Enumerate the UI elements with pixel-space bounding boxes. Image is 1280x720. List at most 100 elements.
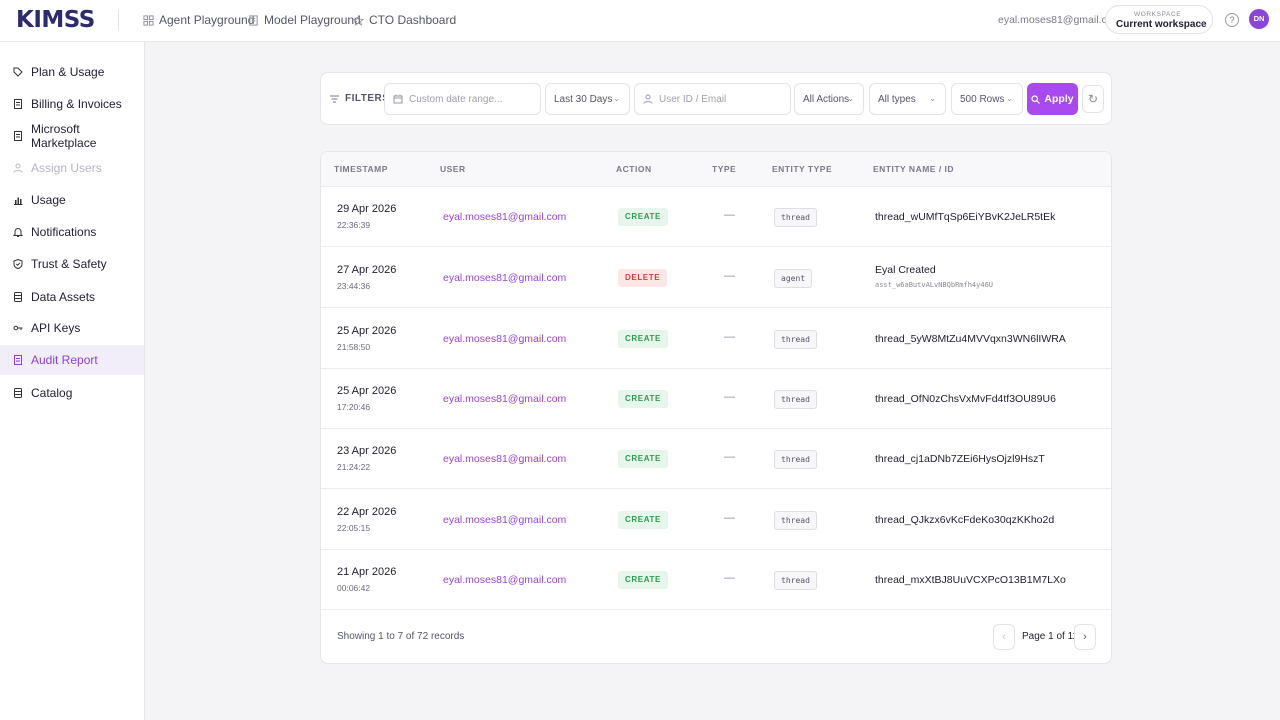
topnav-agent-playground[interactable]: Agent Playground [143, 0, 254, 40]
sidebar-item-notifications[interactable]: Notifications [0, 217, 144, 247]
topnav-label: Model Playground [264, 13, 361, 27]
column-header-timestamp[interactable]: TIMESTAMP [334, 164, 388, 174]
row-type: — [724, 270, 735, 282]
refresh-button[interactable]: ↻ [1082, 85, 1104, 113]
period-select[interactable]: Last 30 Days ⌄ [545, 83, 630, 115]
sidebar-item-label: Notifications [31, 225, 97, 239]
row-user-link[interactable]: eyal.moses81@gmail.com [443, 453, 566, 465]
database-icon [14, 388, 22, 398]
workspace-label: WORKSPACE [1134, 11, 1182, 18]
audit-table: TIMESTAMP USER ACTION TYPE ENTITY TYPE E… [320, 151, 1112, 664]
date-range-input[interactable]: Custom date range... [384, 83, 541, 115]
table-row[interactable]: 23 Apr 2026 21:24:22 eyal.moses81@gmail.… [321, 429, 1111, 489]
filter-icon [330, 95, 339, 102]
column-header-action[interactable]: ACTION [616, 164, 652, 174]
row-user-link[interactable]: eyal.moses81@gmail.com [443, 333, 566, 345]
shield-icon [13, 259, 23, 269]
sidebar-item-microsoft-marketplace[interactable]: Microsoft Marketplace [0, 121, 144, 151]
actions-value: All Actions [803, 93, 850, 105]
sidebar-item-billing-invoices[interactable]: Billing & Invoices [0, 89, 144, 119]
workspace-value: Current workspace [1116, 19, 1207, 30]
row-time: 17:20:46 [337, 402, 371, 412]
row-user-link[interactable]: eyal.moses81@gmail.com [443, 272, 566, 284]
table-row[interactable]: 21 Apr 2026 00:06:42 eyal.moses81@gmail.… [321, 550, 1111, 610]
rows-select[interactable]: 500 Rows ⌄ [951, 83, 1023, 115]
table-row[interactable]: 25 Apr 2026 17:20:46 eyal.moses81@gmail.… [321, 369, 1111, 429]
table-row[interactable]: 22 Apr 2026 22:05:15 eyal.moses81@gmail.… [321, 490, 1111, 550]
sidebar-item-label: Usage [31, 193, 66, 207]
column-header-entity-type[interactable]: ENTITY TYPE [772, 164, 832, 174]
types-value: All types [878, 93, 916, 105]
sidebar-item-plan-usage[interactable]: Plan & Usage [0, 57, 144, 87]
bell-icon [13, 228, 23, 237]
entity-name: thread_cj1aDNb7ZEi6HysOjzl9HszT [875, 453, 1045, 465]
help-icon[interactable]: ? [1225, 13, 1239, 27]
entity-type-badge: thread [774, 511, 817, 530]
action-badge: CREATE [618, 390, 668, 408]
column-header-type[interactable]: TYPE [712, 164, 736, 174]
table-row[interactable]: 25 Apr 2026 21:58:50 eyal.moses81@gmail.… [321, 309, 1111, 369]
topnav-label: Agent Playground [159, 13, 255, 27]
prev-page-button[interactable]: ‹ [993, 624, 1015, 650]
user-icon [643, 94, 653, 104]
row-user-link[interactable]: eyal.moses81@gmail.com [443, 514, 566, 526]
topnav-label: CTO Dashboard [369, 13, 457, 27]
sidebar: Plan & Usage Billing & Invoices Microsof… [0, 42, 145, 720]
avatar[interactable]: DN [1249, 9, 1269, 29]
sidebar-item-audit-report[interactable]: Audit Report [0, 345, 144, 375]
entity-name: thread_OfN0zChsVxMvFd4tf3OU89U6 [875, 393, 1056, 405]
topbar-divider [118, 10, 119, 30]
row-time: 21:24:22 [337, 462, 371, 472]
sidebar-item-data-assets[interactable]: Data Assets [0, 282, 144, 312]
sidebar-item-api-keys[interactable]: API Keys [0, 313, 144, 343]
kimss-logo[interactable]: KIMSS [16, 8, 95, 32]
action-badge: CREATE [618, 571, 668, 589]
row-user-link[interactable]: eyal.moses81@gmail.com [443, 574, 566, 586]
types-select[interactable]: All types ⌄ [869, 83, 946, 115]
entity-id: asst_w6aButvALvNBQbRmfh4y46U [875, 281, 994, 289]
row-type: — [724, 512, 735, 524]
actions-select[interactable]: All Actions ⌄ [794, 83, 864, 115]
topnav-cto-dashboard[interactable]: CTO Dashboard [353, 0, 456, 40]
filters-label: FILTERS [345, 93, 390, 104]
sidebar-item-usage[interactable]: Usage [0, 185, 144, 215]
topnav-model-playground[interactable]: Model Playground [248, 0, 361, 40]
chevron-down-icon: ⌄ [847, 94, 854, 103]
row-time: 21:58:50 [337, 342, 371, 352]
action-badge: CREATE [618, 330, 668, 348]
row-date: 23 Apr 2026 [337, 445, 397, 457]
user-search-placeholder: User ID / Email [659, 93, 727, 105]
entity-type-badge: thread [774, 450, 817, 469]
sidebar-item-label: Microsoft Marketplace [31, 122, 97, 150]
chevron-down-icon: ⌄ [929, 94, 936, 103]
column-header-user[interactable]: USER [440, 164, 466, 174]
row-time: 00:06:42 [337, 583, 371, 593]
sidebar-item-label: Assign Users [31, 161, 102, 175]
rows-value: 500 Rows [960, 93, 1005, 105]
period-value: Last 30 Days [554, 93, 613, 105]
chevron-down-icon: ⌄ [1198, 18, 1205, 27]
row-time: 23:44:36 [337, 281, 371, 291]
user-email: eyal.moses81@gmail.com [998, 14, 1122, 26]
next-page-button[interactable]: › [1074, 624, 1096, 650]
action-badge: CREATE [618, 208, 668, 226]
user-search-input[interactable]: User ID / Email [634, 83, 791, 115]
sidebar-item-assign-users[interactable]: Assign Users [0, 153, 144, 183]
search-icon [1031, 94, 1041, 104]
workspace-selector[interactable]: WORKSPACE Current workspace ⌄ [1105, 5, 1213, 34]
table-row[interactable]: 29 Apr 2026 22:36:39 eyal.moses81@gmail.… [321, 187, 1111, 247]
sidebar-item-label: Catalog [31, 386, 73, 400]
filters-title: FILTERS [330, 93, 389, 104]
sidebar-item-label: Billing & Invoices [31, 97, 122, 111]
column-header-entity-name[interactable]: ENTITY NAME / ID [873, 164, 954, 174]
table-row[interactable]: 27 Apr 2026 23:44:36 eyal.moses81@gmail.… [321, 248, 1111, 308]
row-date: 29 Apr 2026 [337, 203, 397, 215]
apply-button[interactable]: Apply [1027, 83, 1078, 115]
document-icon [14, 99, 22, 109]
entity-type-badge: thread [774, 571, 817, 590]
row-user-link[interactable]: eyal.moses81@gmail.com [443, 393, 566, 405]
sidebar-item-catalog[interactable]: Catalog [0, 378, 144, 408]
sidebar-item-trust-safety[interactable]: Trust & Safety [0, 249, 144, 279]
table-header: TIMESTAMP USER ACTION TYPE ENTITY TYPE E… [321, 152, 1111, 187]
row-user-link[interactable]: eyal.moses81@gmail.com [443, 211, 566, 223]
